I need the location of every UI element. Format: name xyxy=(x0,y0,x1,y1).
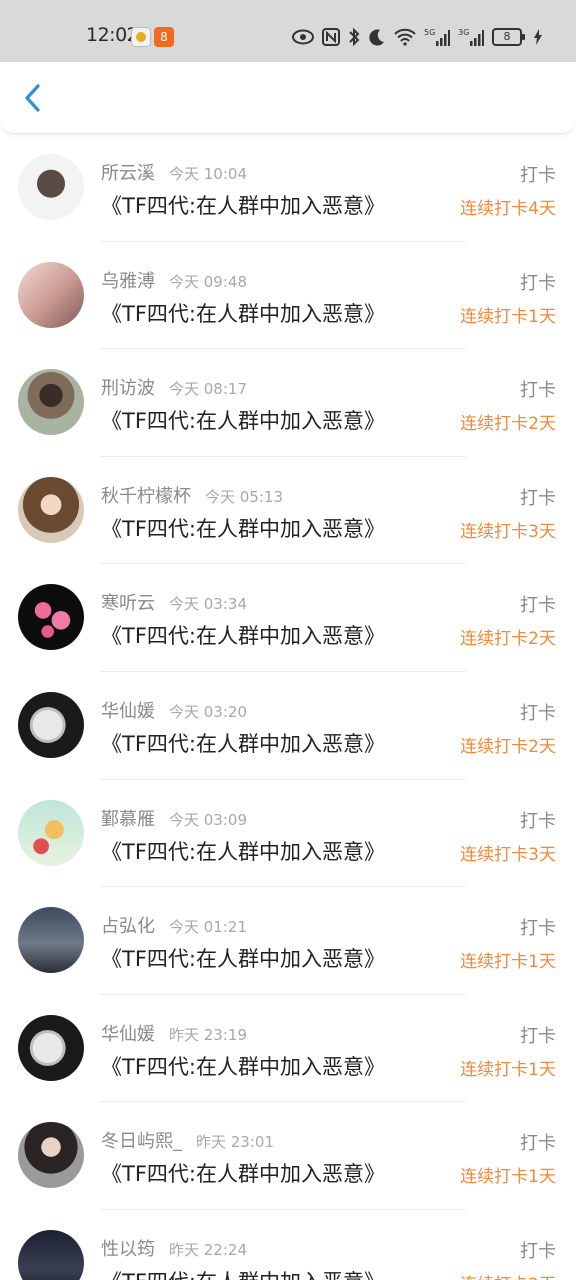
avatar xyxy=(18,1229,84,1280)
streak-label: 连续打卡3天 xyxy=(460,844,556,865)
signal-5g-icon: 5G xyxy=(424,28,450,46)
list-item[interactable]: 所云溪 今天 10:04 《TF四代:在人群中加入恶意》 打卡 连续打卡4天 xyxy=(0,134,576,242)
book-title: 《TF四代:在人群中加入恶意》 xyxy=(101,409,385,434)
avatar xyxy=(18,584,84,651)
streak-label: 连续打卡3天 xyxy=(460,521,556,542)
list-item[interactable]: 华仙媛 昨天 23:19 《TF四代:在人群中加入恶意》 打卡 连续打卡1天 xyxy=(0,995,576,1103)
streak-label: 连续打卡2天 xyxy=(460,1270,556,1280)
streak-label: 连续打卡1天 xyxy=(460,1167,556,1188)
user-name: 占弘化 xyxy=(101,916,155,938)
checkin-time: 今天 10:04 xyxy=(169,165,247,183)
checkin-label: 打卡 xyxy=(520,1133,556,1155)
book-title: 《TF四代:在人群中加入恶意》 xyxy=(101,624,385,649)
checkin-time: 昨天 22:24 xyxy=(169,1240,247,1259)
user-name: 秋千柠檬杯 xyxy=(101,485,191,507)
book-title: 《TF四代:在人群中加入恶意》 xyxy=(101,839,385,864)
checkin-label: 打卡 xyxy=(520,595,556,617)
user-name: 刑访波 xyxy=(101,378,155,400)
avatar xyxy=(18,907,84,974)
avatar xyxy=(18,1014,84,1081)
checkin-label: 打卡 xyxy=(520,380,556,402)
checkin-label: 打卡 xyxy=(520,165,556,186)
nfc-icon xyxy=(322,28,340,46)
user-name: 寒听云 xyxy=(101,593,155,615)
streak-label: 连续打卡2天 xyxy=(460,629,556,650)
book-title: 《TF四代:在人群中加入恶意》 xyxy=(101,731,385,756)
checkin-label: 打卡 xyxy=(520,702,556,724)
user-name: 乌雅溥 xyxy=(101,270,155,292)
avatar xyxy=(18,154,84,220)
app-notification-icon-2: 8 xyxy=(154,27,174,47)
checkin-list: 所云溪 今天 10:04 《TF四代:在人群中加入恶意》 打卡 连续打卡4天 乌雅… xyxy=(0,134,576,1280)
wifi-icon xyxy=(394,28,416,46)
checkin-label: 打卡 xyxy=(520,1240,556,1262)
streak-label: 连续打卡1天 xyxy=(460,952,556,973)
book-title: 《TF四代:在人群中加入恶意》 xyxy=(101,1266,385,1280)
user-name: 所云溪 xyxy=(101,163,155,184)
chevron-left-icon xyxy=(25,84,40,112)
avatar xyxy=(18,369,84,436)
back-button[interactable] xyxy=(14,80,50,116)
checkin-label: 打卡 xyxy=(520,810,556,832)
app-notification-icon xyxy=(131,27,151,47)
svg-text:5G: 5G xyxy=(424,28,435,37)
list-item[interactable]: 占弘化 今天 01:21 《TF四代:在人群中加入恶意》 打卡 连续打卡1天 xyxy=(0,887,576,995)
nav-bar xyxy=(0,62,576,134)
list-item[interactable]: 华仙媛 今天 03:20 《TF四代:在人群中加入恶意》 打卡 连续打卡2天 xyxy=(0,672,576,780)
book-title: 《TF四代:在人群中加入恶意》 xyxy=(101,947,385,972)
list-item[interactable]: 寒听云 今天 03:34 《TF四代:在人群中加入恶意》 打卡 连续打卡2天 xyxy=(0,564,576,672)
moon-icon xyxy=(369,29,384,46)
svg-text:3G: 3G xyxy=(458,28,469,37)
list-item[interactable]: 鄞慕雁 今天 03:09 《TF四代:在人群中加入恶意》 打卡 连续打卡3天 xyxy=(0,780,576,888)
user-name: 冬日屿熙_ xyxy=(101,1131,182,1153)
book-title: 《TF四代:在人群中加入恶意》 xyxy=(101,301,385,326)
book-title: 《TF四代:在人群中加入恶意》 xyxy=(101,516,385,541)
list-item[interactable]: 刑访波 今天 08:17 《TF四代:在人群中加入恶意》 打卡 连续打卡2天 xyxy=(0,349,576,457)
avatar xyxy=(18,476,84,543)
checkin-time: 今天 03:20 xyxy=(169,702,247,721)
list-item[interactable]: 冬日屿熙_ 昨天 23:01 《TF四代:在人群中加入恶意》 打卡 连续打卡1天 xyxy=(0,1102,576,1210)
checkin-label: 打卡 xyxy=(520,272,556,294)
battery-icon: 8 xyxy=(492,28,525,46)
avatar xyxy=(18,799,84,866)
streak-label: 连续打卡1天 xyxy=(460,1059,556,1080)
user-name: 华仙媛 xyxy=(101,700,155,722)
checkin-label: 打卡 xyxy=(520,918,556,940)
bluetooth-icon xyxy=(349,27,360,47)
checkin-time: 今天 09:48 xyxy=(169,272,247,291)
checkin-label: 打卡 xyxy=(520,1025,556,1047)
checkin-time: 今天 03:34 xyxy=(169,595,247,614)
user-name: 华仙媛 xyxy=(101,1023,155,1045)
charging-icon xyxy=(534,29,542,45)
list-item[interactable]: 秋千柠檬杯 今天 05:13 《TF四代:在人群中加入恶意》 打卡 连续打卡3天 xyxy=(0,457,576,565)
checkin-time: 昨天 23:19 xyxy=(169,1025,247,1044)
avatar xyxy=(18,261,84,328)
checkin-label: 打卡 xyxy=(520,487,556,509)
streak-label: 连续打卡2天 xyxy=(460,414,556,435)
streak-label: 连续打卡4天 xyxy=(460,199,556,219)
checkin-time: 昨天 23:01 xyxy=(196,1133,274,1152)
streak-label: 连续打卡1天 xyxy=(460,306,556,327)
user-name: 鄞慕雁 xyxy=(101,808,155,830)
avatar xyxy=(18,691,84,758)
book-title: 《TF四代:在人群中加入恶意》 xyxy=(101,1054,385,1079)
avatar xyxy=(18,1122,84,1189)
checkin-time: 今天 05:13 xyxy=(205,487,283,506)
status-bar: 12:02 8 5G 3G 8 xyxy=(0,0,576,62)
list-item[interactable]: 性以筠昨天 22:24 《TF四代:在人群中加入恶意》 打卡 连续打卡2天 xyxy=(0,1210,576,1280)
list-item[interactable]: 乌雅溥 今天 09:48 《TF四代:在人群中加入恶意》 打卡 连续打卡1天 xyxy=(0,242,576,350)
book-title: 《TF四代:在人群中加入恶意》 xyxy=(101,1162,385,1187)
checkin-time: 今天 03:09 xyxy=(169,810,247,829)
signal-3g-icon: 3G xyxy=(458,28,484,46)
checkin-time: 今天 08:17 xyxy=(169,380,247,399)
streak-label: 连续打卡2天 xyxy=(460,736,556,757)
eye-icon xyxy=(292,29,314,45)
status-icons: 5G 3G 8 xyxy=(292,25,542,49)
book-title: 《TF四代:在人群中加入恶意》 xyxy=(101,194,385,218)
checkin-time: 今天 01:21 xyxy=(169,918,247,937)
user-name: 性以筠 xyxy=(101,1238,155,1260)
